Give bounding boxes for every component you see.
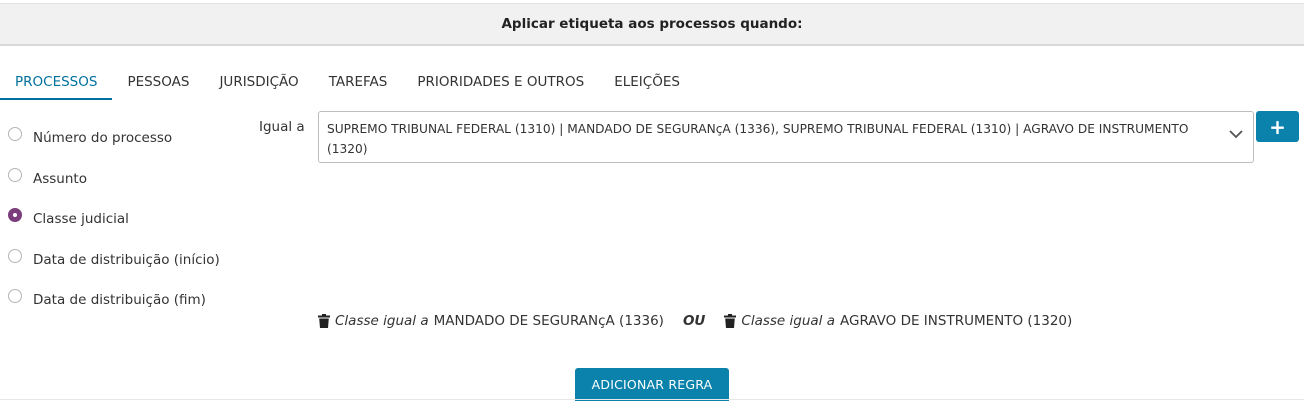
add-rule-button[interactable]: ADICIONAR REGRA xyxy=(575,368,729,401)
rule-field: Classe xyxy=(335,313,379,329)
rule-value: AGRAVO DE INSTRUMENTO (1320) xyxy=(840,313,1073,329)
operator-label: Igual a xyxy=(259,119,305,135)
rule-item: Classe igual a MANDADO DE SEGURANçA (1336… xyxy=(318,313,664,329)
tab-prioridades-e-outros[interactable]: PRIORIDADES E OUTROS xyxy=(402,66,599,99)
tab-processos[interactable]: PROCESSOS xyxy=(0,66,113,100)
field-option-label: Data de distribuição (início) xyxy=(33,251,220,268)
add-value-button[interactable]: + xyxy=(1256,111,1299,142)
chevron-down-icon[interactable] xyxy=(1228,126,1244,142)
tab-bar: PROCESSOS PESSOAS JURISDIÇÃO TAREFAS PRI… xyxy=(0,66,1304,100)
rule-value: MANDADO DE SEGURANçA (1336) xyxy=(433,313,664,329)
divider xyxy=(0,399,1304,400)
selected-values: SUPREMO TRIBUNAL FEDERAL (1310) | MANDAD… xyxy=(327,122,1189,156)
field-radio-group: Número do processo Assunto Classe judici… xyxy=(8,118,220,321)
tab-pessoas[interactable]: PESSOAS xyxy=(112,66,204,99)
rule-operator: igual a xyxy=(789,313,835,329)
field-option-label: Número do processo xyxy=(33,130,173,147)
tab-jurisdicao[interactable]: JURISDIÇÃO xyxy=(204,66,313,99)
field-option-data-distribuicao-fim[interactable]: Data de distribuição (fim) xyxy=(8,280,220,321)
rule-operator: igual a xyxy=(383,313,429,329)
radio-button[interactable] xyxy=(8,289,22,304)
dialog-header: Aplicar etiqueta aos processos quando: xyxy=(0,3,1304,46)
tab-tarefas[interactable]: TAREFAS xyxy=(314,66,403,99)
trash-icon[interactable] xyxy=(724,314,737,328)
trash-icon[interactable] xyxy=(318,314,330,328)
tab-eleicoes[interactable]: ELEIÇÕES xyxy=(599,66,695,99)
header-title: Aplicar etiqueta aos processos quando: xyxy=(501,16,803,32)
rule-item: Classe igual a AGRAVO DE INSTRUMENTO (132… xyxy=(724,313,1072,329)
radio-button-checked[interactable] xyxy=(8,208,22,223)
field-option-assunto[interactable]: Assunto xyxy=(8,159,220,200)
rules-list: Classe igual a MANDADO DE SEGURANçA (1336… xyxy=(318,313,1072,329)
rules-separator: OU xyxy=(682,313,706,329)
radio-button[interactable] xyxy=(8,167,22,182)
field-option-classe-judicial[interactable]: Classe judicial xyxy=(8,199,220,240)
field-option-numero-processo[interactable]: Número do processo xyxy=(8,118,220,159)
field-option-label: Classe judicial xyxy=(33,211,129,228)
classe-multiselect[interactable]: SUPREMO TRIBUNAL FEDERAL (1310) | MANDAD… xyxy=(318,111,1254,163)
radio-button[interactable] xyxy=(8,127,22,142)
rule-field: Classe xyxy=(741,313,786,329)
field-option-data-distribuicao-inicio[interactable]: Data de distribuição (início) xyxy=(8,240,220,281)
radio-button[interactable] xyxy=(8,248,22,263)
field-option-label: Data de distribuição (fim) xyxy=(33,292,206,309)
field-option-label: Assunto xyxy=(33,170,87,187)
